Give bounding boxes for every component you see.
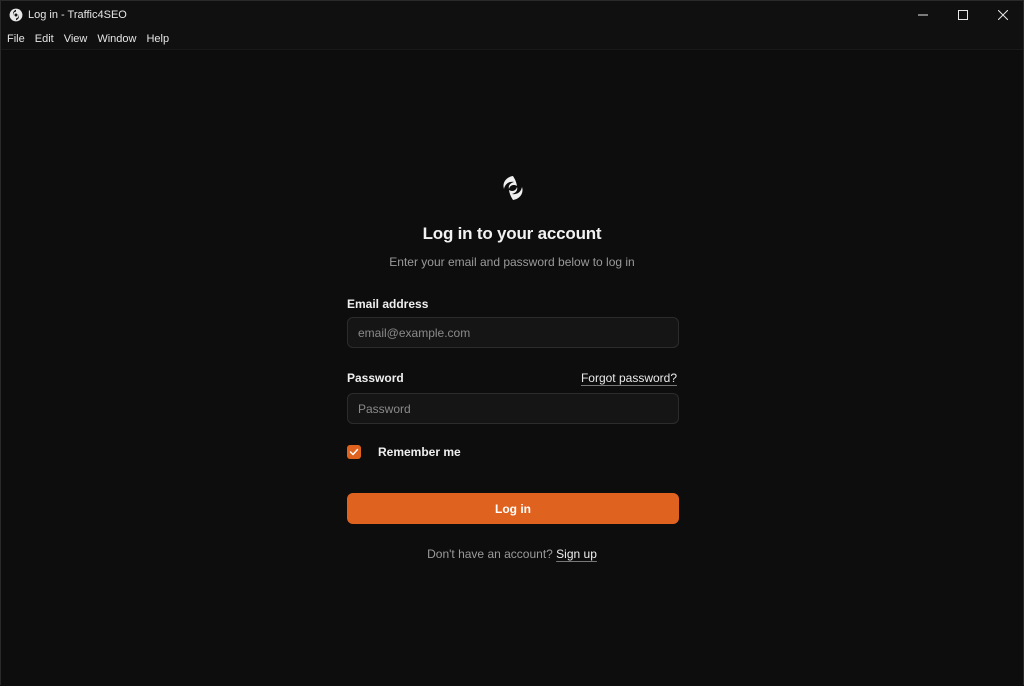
menu-window[interactable]: Window [97,33,136,45]
login-page: Log in to your account Enter your email … [1,51,1023,686]
window-title: Log in - Traffic4SEO [28,8,127,21]
close-icon [998,9,1008,20]
menu-bar: File Edit View Window Help [1,28,1023,50]
menu-file[interactable]: File [7,33,25,45]
maximize-button[interactable] [943,1,983,28]
minimize-icon [918,14,928,15]
swirl-logo-icon [500,174,526,202]
forgot-password-link[interactable]: Forgot password? [581,371,677,385]
page-subtitle: Enter your email and password below to l… [389,255,635,269]
maximize-icon [958,9,968,20]
signup-link[interactable]: Sign up [556,547,597,561]
signup-row: Don't have an account? Sign up [1,547,1023,561]
signup-prompt: Don't have an account? [427,547,553,561]
title-bar[interactable]: Log in - Traffic4SEO [1,1,1023,28]
window-controls [903,1,1023,28]
email-label: Email address [347,297,429,311]
remember-me-checkbox[interactable] [347,445,361,459]
password-label: Password [347,371,404,385]
checkmark-icon [349,448,359,456]
menu-help[interactable]: Help [146,33,169,45]
app-logo-icon [9,8,23,22]
page-title: Log in to your account [422,224,602,243]
app-window: Log in - Traffic4SEO File Edit View Wind… [0,0,1024,686]
password-field[interactable] [347,393,679,424]
menu-view[interactable]: View [64,33,88,45]
login-button[interactable]: Log in [347,493,679,524]
menu-edit[interactable]: Edit [35,33,54,45]
minimize-button[interactable] [903,1,943,28]
close-button[interactable] [983,1,1023,28]
email-field[interactable] [347,317,679,348]
remember-me-label[interactable]: Remember me [378,445,461,459]
